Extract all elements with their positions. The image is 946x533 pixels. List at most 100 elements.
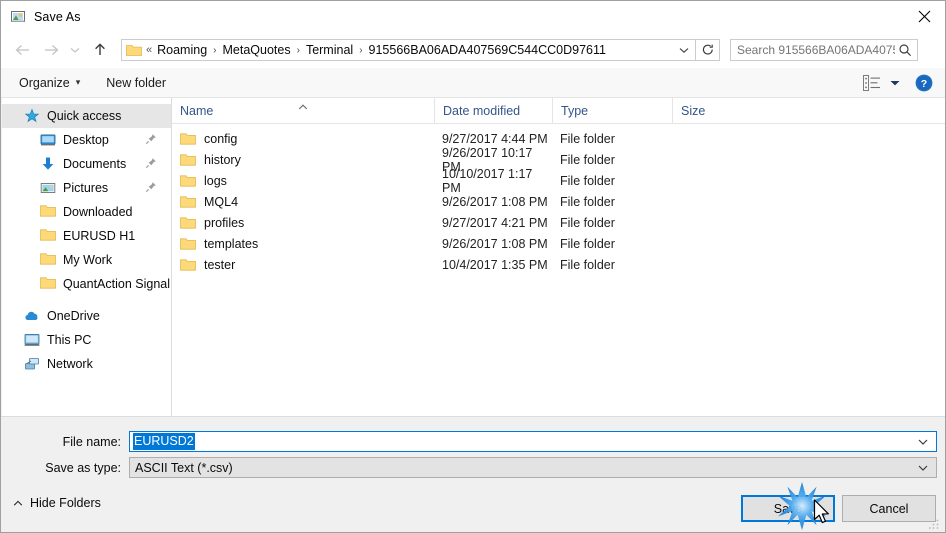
column-headers: Name Date modified Type Size [172,98,945,124]
save-button[interactable]: Save [741,495,835,522]
onedrive-icon [24,308,40,324]
toolbar-right-group: ? [863,74,945,92]
help-icon[interactable]: ? [915,74,933,92]
pin-icon[interactable] [145,157,157,169]
file-name-label: logs [204,173,227,188]
table-row[interactable]: MQL4 9/26/2017 1:08 PM File folder [172,191,945,212]
file-name-cell: profiles [172,216,434,230]
hide-folders-button[interactable]: Hide Folders [13,496,101,510]
file-name-cell: tester [172,258,434,272]
table-row[interactable]: config 9/27/2017 4:44 PM File folder [172,128,945,149]
organize-button[interactable]: Organize ▾ [13,73,86,93]
sidebar-item-desktop[interactable]: Desktop [2,128,171,152]
back-arrow-icon[interactable] [9,36,37,64]
folder-icon [180,258,196,272]
table-row[interactable]: history 9/26/2017 10:17 PM File folder [172,146,945,174]
view-layout-icon[interactable] [863,74,881,91]
column-header-size[interactable]: Size [672,98,744,123]
pin-icon[interactable] [145,181,157,193]
resize-grip[interactable] [928,517,941,529]
search-input[interactable] [737,43,895,57]
sidebar-item-network[interactable]: Network [2,352,171,376]
chevron-down-icon[interactable] [889,76,901,90]
network-icon [24,356,40,372]
table-row[interactable]: tester 10/4/2017 1:35 PM File folder [172,254,945,275]
recent-locations-icon[interactable] [65,36,85,64]
chevron-down-icon[interactable] [917,438,929,446]
file-name-input[interactable]: EURUSD2 [129,431,937,452]
this-pc-icon [24,332,40,348]
breadcrumb-item-roaming[interactable]: Roaming [155,43,209,57]
column-header-name[interactable]: Name [172,98,434,123]
pin-icon[interactable] [145,133,157,145]
save-as-type-select[interactable]: ASCII Text (*.csv) [129,457,937,478]
folder-icon [40,252,56,268]
file-name-label: profiles [204,215,245,230]
breadcrumb-item-instance[interactable]: 915566BA06ADA407569C544CC0D97611 [367,43,608,57]
breadcrumb-separator-icon[interactable]: › [293,45,304,56]
sidebar-item-eurusd-h1[interactable]: EURUSD H1 [2,224,171,248]
file-type-cell: File folder [560,236,615,251]
new-folder-button[interactable]: New folder [100,73,172,93]
search-box[interactable] [730,39,918,61]
hide-folders-label: Hide Folders [30,496,101,510]
breadcrumb-item-metaquotes[interactable]: MetaQuotes [221,43,293,57]
file-name-label: templates [204,236,259,251]
chevron-down-icon[interactable] [917,464,929,472]
sidebar-item-quantaction-signal[interactable]: QuantAction Signal [2,272,171,296]
folder-icon [180,174,196,188]
folder-icon [40,204,56,220]
close-icon[interactable] [901,1,945,32]
file-name-value: EURUSD2 [133,433,195,450]
sidebar-item-this-pc[interactable]: This PC [2,328,171,352]
file-list-pane: Name Date modified Type Size config 9/27… [171,98,945,416]
forward-arrow-icon[interactable] [37,36,65,64]
refresh-icon[interactable] [696,39,720,61]
window-title: Save As [34,9,81,24]
file-name-label: tester [204,257,236,272]
address-bar[interactable]: « Roaming › MetaQuotes › Terminal › 9155… [121,39,696,61]
column-header-type[interactable]: Type [552,98,672,123]
sidebar-item-label: Documents [63,157,127,171]
save-as-type-row: Save as type: ASCII Text (*.csv) [23,457,937,478]
sidebar-item-downloaded[interactable]: Downloaded [2,200,171,224]
table-row[interactable]: logs 10/10/2017 1:17 PM File folder [172,167,945,195]
desktop-icon [40,132,56,148]
column-header-date-modified[interactable]: Date modified [434,98,552,123]
file-name-cell: templates [172,237,434,251]
breadcrumb-overflow-icon[interactable]: « [146,44,152,56]
documents-icon [40,156,56,172]
save-as-dialog: Save As « Roaming › MetaQuotes › Termina… [0,0,946,533]
breadcrumb-separator-icon[interactable]: › [355,45,366,56]
file-rows: config 9/27/2017 4:44 PM File folder his… [172,124,945,275]
save-as-type-value: ASCII Text (*.csv) [135,460,233,475]
sidebar-item-label: Desktop [63,133,109,147]
sidebar-item-pictures[interactable]: Pictures [2,176,171,200]
breadcrumb-item-terminal[interactable]: Terminal [304,43,355,57]
file-name-cell: config [172,132,434,146]
sidebar-item-label: QuantAction Signal [63,277,171,291]
chevron-down-icon[interactable] [673,40,695,60]
sidebar-item-documents[interactable]: Documents [2,152,171,176]
save-as-type-label: Save as type: [45,460,121,475]
table-row[interactable]: profiles 9/27/2017 4:21 PM File folder [172,212,945,233]
sidebar-item-onedrive[interactable]: OneDrive [2,304,171,328]
file-type-cell: File folder [560,194,615,209]
file-date-cell: 9/26/2017 1:08 PM [442,194,548,209]
sidebar-item-label: Downloaded [63,205,133,219]
up-arrow-icon[interactable] [87,36,113,64]
cancel-button[interactable]: Cancel [842,495,936,522]
sidebar-item-my-work[interactable]: My Work [2,248,171,272]
file-name-label: config [204,131,238,146]
file-date-cell: 10/10/2017 1:17 PM [442,166,533,195]
search-icon[interactable] [895,43,915,57]
breadcrumb-separator-icon[interactable]: › [209,45,220,56]
table-row[interactable]: templates 9/26/2017 1:08 PM File folder [172,233,945,254]
file-name-label: File name: [62,434,121,449]
title-bar: Save As [1,1,945,32]
sidebar-item-label: EURUSD H1 [63,229,136,243]
sidebar-item-quick-access[interactable]: Quick access [2,104,171,128]
folder-icon [126,43,142,57]
folder-icon [180,216,196,230]
